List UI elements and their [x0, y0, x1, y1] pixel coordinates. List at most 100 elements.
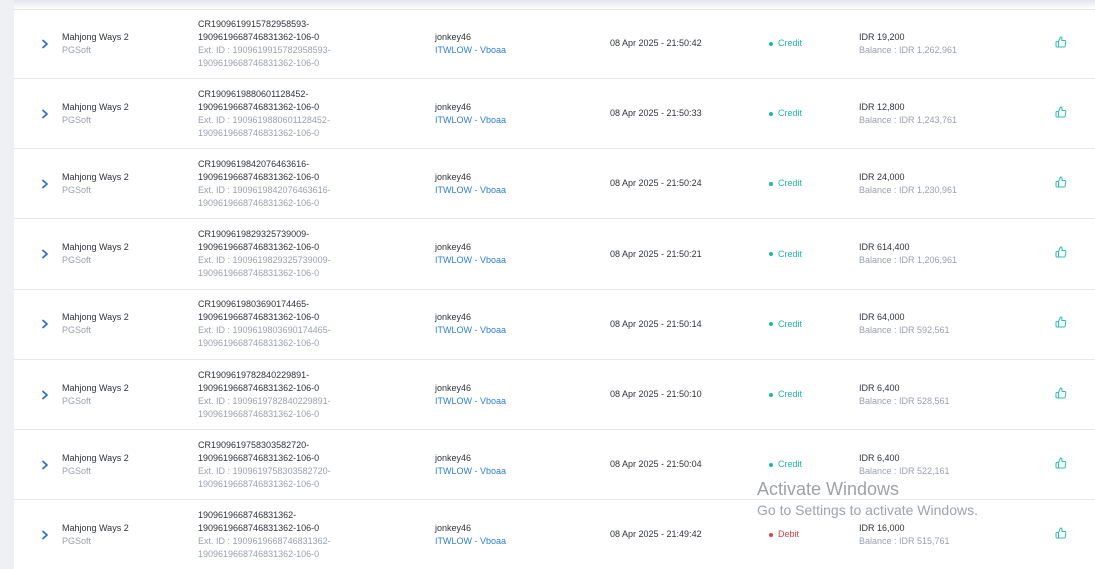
balance: Balance : IDR 1,262,961: [859, 44, 958, 55]
table-row[interactable]: Mahjong Ways 2 PGSoft CR1909619829325739…: [14, 220, 1095, 290]
chevron-right-icon[interactable]: [41, 179, 49, 189]
username: jonkey46: [435, 382, 472, 393]
username: jonkey46: [435, 242, 472, 253]
game-name: Mahjong Ways 2: [62, 312, 129, 323]
game-provider: PGSoft: [62, 465, 92, 476]
amount: IDR 6,400: [859, 452, 900, 463]
game-provider: PGSoft: [62, 325, 92, 336]
game-provider: PGSoft: [62, 114, 92, 125]
external-id-line-1: Ext. ID : 1909619758303582720-: [198, 465, 331, 476]
transaction-id-line-2: 1909619668746831362-106-0: [198, 101, 320, 112]
thumbs-up-icon[interactable]: [1055, 315, 1067, 333]
agent-link[interactable]: ITWLOW - Vboaa: [435, 184, 575, 197]
amount: IDR 6,400: [859, 382, 900, 393]
transaction-id-line-2: 1909619668746831362-106-0: [198, 312, 320, 323]
agent-link[interactable]: ITWLOW - Vboaa: [435, 465, 575, 478]
thumbs-up-icon[interactable]: [1055, 245, 1067, 263]
transaction-id-line-2: 1909619668746831362-106-0: [198, 242, 320, 253]
status-badge: Credit: [769, 177, 849, 190]
transaction-id-line-1: 1909619668746831362-: [198, 509, 297, 520]
transactions-table: Mahjong Ways 2 PGSoft CR1909619915782958…: [14, 0, 1095, 569]
thumbs-up-icon[interactable]: [1055, 526, 1067, 544]
external-id-line-1: Ext. ID : 1909619803690174465-: [198, 325, 331, 336]
balance: Balance : IDR 1,230,961: [859, 184, 958, 195]
status-label: Credit: [778, 178, 803, 189]
amount: IDR 16,000: [859, 522, 905, 533]
status-badge: Credit: [769, 318, 849, 331]
transaction-id-line-1: CR1909619842076463616-: [198, 158, 310, 169]
agent-link[interactable]: ITWLOW - Vboaa: [435, 395, 575, 408]
chevron-right-icon[interactable]: [41, 530, 49, 540]
game-name: Mahjong Ways 2: [62, 522, 129, 533]
transaction-id-line-2: 1909619668746831362-106-0: [198, 171, 320, 182]
agent-link[interactable]: ITWLOW - Vboaa: [435, 44, 575, 57]
table-row[interactable]: Mahjong Ways 2 PGSoft 190961966874683136…: [14, 500, 1095, 569]
agent-link[interactable]: ITWLOW - Vboaa: [435, 114, 575, 127]
thumbs-up-icon[interactable]: [1055, 105, 1067, 123]
balance: Balance : IDR 592,561: [859, 325, 950, 336]
thumbs-up-icon[interactable]: [1055, 35, 1067, 53]
chevron-right-icon[interactable]: [41, 319, 49, 329]
external-id-line-1: Ext. ID : 1909619668746831362-: [198, 535, 331, 546]
game-provider: PGSoft: [62, 535, 92, 546]
username: jonkey46: [435, 101, 472, 112]
game-name: Mahjong Ways 2: [62, 171, 129, 182]
transaction-id-line-1: CR1909619880601128452-: [198, 88, 309, 99]
amount: IDR 24,000: [859, 171, 905, 182]
external-id-line-2: 1909619668746831362-106-0: [198, 127, 320, 138]
table-row[interactable]: Mahjong Ways 2 PGSoft CR1909619915782958…: [14, 9, 1095, 79]
game-provider: PGSoft: [62, 255, 92, 266]
status-dot: [769, 41, 773, 46]
thumbs-up-icon[interactable]: [1055, 456, 1067, 474]
status-dot: [769, 252, 773, 257]
status-label: Credit: [778, 248, 803, 259]
agent-link[interactable]: ITWLOW - Vboaa: [435, 324, 575, 337]
username: jonkey46: [435, 452, 472, 463]
thumbs-up-icon[interactable]: [1055, 386, 1067, 404]
game-name: Mahjong Ways 2: [62, 452, 129, 463]
table-row[interactable]: Mahjong Ways 2 PGSoft CR1909619880601128…: [14, 79, 1095, 150]
status-label: Credit: [778, 389, 803, 399]
external-id-line-1: Ext. ID : 1909619915782958593-: [198, 44, 331, 55]
agent-link[interactable]: ITWLOW - Vboaa: [435, 535, 575, 548]
external-id-line-1: Ext. ID : 1909619782840229891-: [198, 395, 331, 406]
status-dot: [769, 462, 773, 467]
transaction-id-line-2: 1909619668746831362-106-0: [198, 522, 320, 533]
game-provider: PGSoft: [62, 395, 92, 406]
status-label: Credit: [778, 38, 803, 48]
status-badge: Credit: [769, 248, 849, 261]
external-id-line-1: Ext. ID : 1909619829325739009-: [198, 255, 331, 266]
status-dot: [769, 181, 773, 186]
status-dot: [769, 392, 773, 397]
transaction-id-line-1: CR1909619803690174465-: [198, 299, 310, 310]
status-badge: Credit: [769, 37, 849, 50]
transaction-id-line-1: CR1909619782840229891-: [198, 369, 310, 380]
balance: Balance : IDR 515,761: [859, 535, 950, 546]
agent-link[interactable]: ITWLOW - Vboaa: [435, 254, 575, 267]
game-provider: PGSoft: [62, 184, 92, 195]
table-row[interactable]: Mahjong Ways 2 PGSoft CR1909619842076463…: [14, 149, 1095, 220]
status-label: Credit: [778, 459, 803, 470]
chevron-right-icon[interactable]: [41, 460, 49, 470]
game-provider: PGSoft: [62, 44, 92, 55]
thumbs-up-icon[interactable]: [1055, 175, 1067, 193]
transaction-id-line-1: CR1909619915782958593-: [198, 18, 310, 29]
table-row[interactable]: Mahjong Ways 2 PGSoft CR1909619782840229…: [14, 360, 1095, 430]
game-name: Mahjong Ways 2: [62, 101, 129, 112]
status-dot: [769, 532, 773, 537]
transaction-id-line-2: 1909619668746831362-106-0: [198, 31, 320, 42]
chevron-right-icon[interactable]: [41, 109, 49, 119]
table-row[interactable]: Mahjong Ways 2 PGSoft CR1909619758303582…: [14, 430, 1095, 501]
chevron-right-icon[interactable]: [41, 390, 49, 400]
table-row[interactable]: Mahjong Ways 2 PGSoft CR1909619803690174…: [14, 290, 1095, 360]
chevron-right-icon[interactable]: [41, 39, 49, 49]
external-id-line-2: 1909619668746831362-106-0: [198, 268, 320, 279]
game-name: Mahjong Ways 2: [62, 31, 129, 42]
balance: Balance : IDR 528,561: [859, 395, 950, 406]
transaction-datetime: 08 Apr 2025 - 21:50:21: [610, 248, 702, 259]
chevron-right-icon[interactable]: [41, 249, 49, 259]
username: jonkey46: [435, 171, 472, 182]
status-label: Debit: [778, 529, 800, 540]
username: jonkey46: [435, 31, 472, 42]
transaction-datetime: 08 Apr 2025 - 21:50:10: [610, 389, 702, 399]
